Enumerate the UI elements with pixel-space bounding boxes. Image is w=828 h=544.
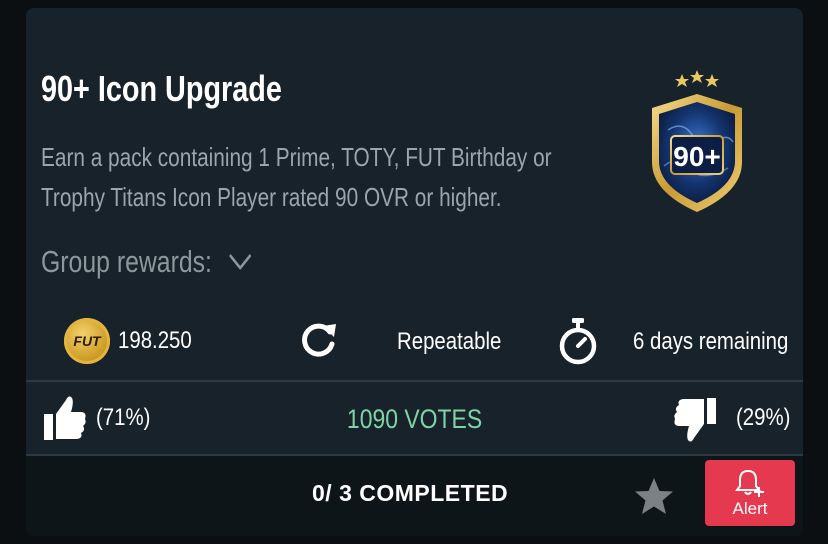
description-line-1: Earn a pack containing 1 Prime, TOTY, FU… [41,142,552,172]
alert-label: Alert [732,499,768,518]
chevron-down-icon [229,254,251,270]
icon-upgrade-badge: 90+ [638,70,756,218]
alert-button[interactable]: Alert [705,460,795,526]
coin-amount: 198.250 [118,327,192,354]
objective-card: 90+ Icon Upgrade Earn a pack containing … [26,8,803,536]
votes-count-label: 1090 VOTES [346,404,483,434]
bell-plus-icon [735,469,764,497]
fut-coin-label: FUT [73,333,101,349]
repeat-icon [296,318,340,367]
time-remaining-label: 6 days remaining [633,328,789,355]
badge-text: 90+ [673,141,721,172]
favorite-star-icon[interactable] [632,476,676,523]
objective-title: 90+ Icon Upgrade [41,68,282,109]
votes-row: (71%) 1090 VOTES (29%) [26,382,803,454]
group-rewards-toggle[interactable]: Group rewards: [41,244,252,280]
thumbs-down-icon[interactable] [672,394,718,451]
downvote-percent: (29%) [736,404,791,431]
description-line-2: Trophy Titans Icon Player rated 90 OVR o… [41,182,502,212]
repeatable-label: Repeatable [397,328,502,355]
objective-description: Earn a pack containing 1 Prime, TOTY, FU… [41,137,552,217]
stopwatch-icon [556,316,600,371]
objective-footer: 0/ 3 COMPLETED Alert [26,456,803,536]
coin-reward: FUT 198.250 [64,318,205,364]
group-rewards-label: Group rewards: [41,244,212,279]
completion-status: 0/ 3 COMPLETED [312,480,509,506]
fut-coin-icon: FUT [64,318,110,364]
objective-stats: FUT 198.250 Repeatable 6 days remaining [26,308,803,376]
